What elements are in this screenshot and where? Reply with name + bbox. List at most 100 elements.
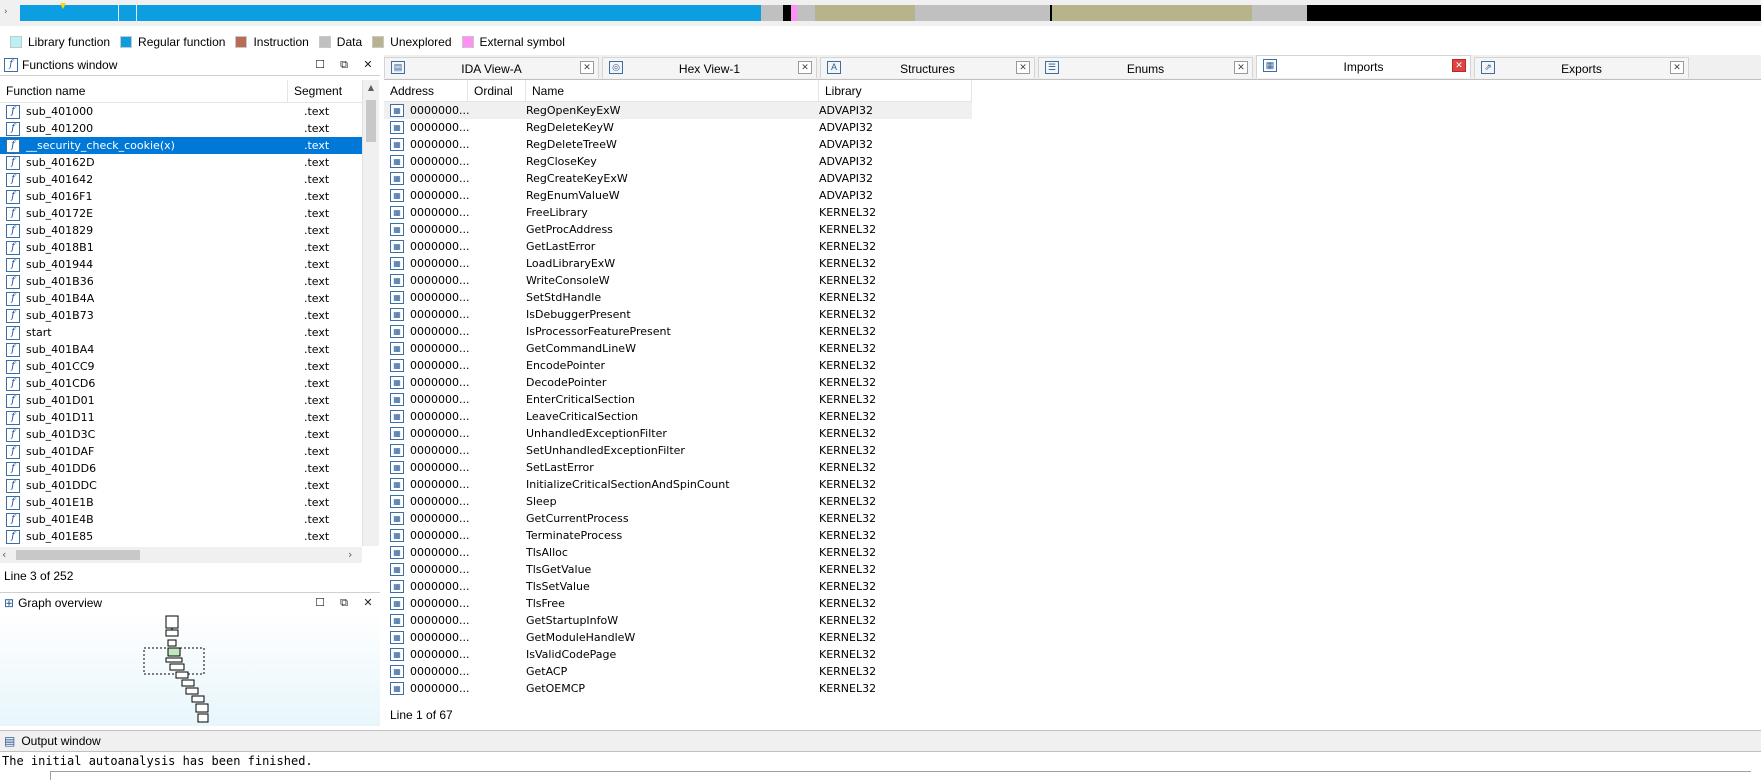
tab-imports[interactable]: ▦ Imports ✕ [1256,55,1471,78]
maximize-icon[interactable]: ☐ [312,595,328,611]
tab-hex-view-1[interactable]: ◎ Hex View-1 ✕ [602,57,817,78]
import-row[interactable]: ▦ 0000000... RegDeleteKeyW ADVAPI32 [384,119,972,136]
tab-structures[interactable]: A Structures ✕ [820,57,1035,78]
import-row[interactable]: ▦ 0000000... IsProcessorFeaturePresent KERN… [384,323,972,340]
import-row[interactable]: ▦ 0000000... SetLastError KERNEL32 [384,459,972,476]
import-row[interactable]: ▦ 0000000... EnterCriticalSection KERNEL32 [384,391,972,408]
float-icon[interactable]: ⧉ [336,57,352,73]
function-row[interactable]: f sub_401944 .text [0,256,362,273]
import-row[interactable]: ▦ 0000000... GetACP KERNEL32 [384,663,972,680]
import-row[interactable]: ▦ 0000000... RegOpenKeyExW ADVAPI32 [384,102,972,119]
column-header-library[interactable]: Library [819,80,972,102]
column-header-ordinal[interactable]: Ordinal [468,80,526,102]
import-row[interactable]: ▦ 0000000... GetCurrentProcess KERNEL32 [384,510,972,527]
function-row[interactable]: f sub_401B36 .text [0,273,362,290]
import-row[interactable]: ▦ 0000000... GetCommandLineW KERNEL32 [384,340,972,357]
function-row[interactable]: f sub_401D11 .text [0,409,362,426]
import-row[interactable]: ▦ 0000000... SetStdHandle KERNEL32 [384,289,972,306]
column-header-segment[interactable]: Segment [288,84,342,98]
import-row[interactable]: ▦ 0000000... WriteConsoleW KERNEL32 [384,272,972,289]
function-row[interactable]: f sub_401DAF .text [0,443,362,460]
tab-enums[interactable]: ☰ Enums ✕ [1038,57,1253,78]
function-row[interactable]: f sub_401D3C .text [0,426,362,443]
tab-close-icon[interactable]: ✕ [1670,61,1684,74]
import-row[interactable]: ▦ 0000000... FreeLibrary KERNEL32 [384,204,972,221]
function-row[interactable]: f sub_40162D .text [0,154,362,171]
import-row[interactable]: ▦ 0000000... SetUnhandledExceptionFilter KE… [384,442,972,459]
import-row[interactable]: ▦ 0000000... TlsFree KERNEL32 [384,595,972,612]
tab-close-icon[interactable]: ✕ [1452,59,1466,72]
import-row[interactable]: ▦ 0000000... Sleep KERNEL32 [384,493,972,510]
function-row[interactable]: f sub_401642 .text [0,171,362,188]
function-row[interactable]: f sub_4016F1 .text [0,188,362,205]
function-row[interactable]: f sub_401B73 .text [0,307,362,324]
import-row[interactable]: ▦ 0000000... RegDeleteTreeW ADVAPI32 [384,136,972,153]
import-row[interactable]: ▦ 0000000... LoadLibraryExW KERNEL32 [384,255,972,272]
functions-horizontal-scrollbar[interactable]: ‹ › [0,547,362,563]
import-row[interactable]: ▦ 0000000... RegCloseKey ADVAPI32 [384,153,972,170]
function-row[interactable]: f sub_401CC9 .text [0,358,362,375]
import-row[interactable]: ▦ 0000000... TerminateProcess KERNEL32 [384,527,972,544]
tab-close-icon[interactable]: ✕ [798,61,812,74]
import-row[interactable]: ▦ 0000000... TlsAlloc KERNEL32 [384,544,972,561]
scroll-right-icon[interactable]: › [348,547,352,563]
float-icon[interactable]: ⧉ [336,595,352,611]
tab-ida-view-a[interactable]: ▤ IDA View-A ✕ [384,57,599,78]
functions-window-titlebar[interactable]: f Functions window ☐ ⧉ ✕ [0,55,380,76]
import-row[interactable]: ▦ 0000000... GetStartupInfoW KERNEL32 [384,612,972,629]
column-header-function-name[interactable]: Function name [0,80,288,102]
nav-position-marker-icon[interactable] [60,3,66,9]
function-row[interactable]: f __security_check_cookie(x) .text [0,137,362,154]
import-row[interactable]: ▦ 0000000... GetProcAddress KERNEL32 [384,221,972,238]
import-row[interactable]: ▦ 0000000... IsValidCodePage KERNEL32 [384,646,972,663]
function-row[interactable]: f sub_401829 .text [0,222,362,239]
import-row[interactable]: ▦ 0000000... RegCreateKeyExW ADVAPI32 [384,170,972,187]
function-row[interactable]: f sub_401B4A .text [0,290,362,307]
maximize-icon[interactable]: ☐ [312,57,328,73]
graph-overview-titlebar[interactable]: ⊞ Graph overview ☐ ⧉ ✕ [0,592,380,613]
close-icon[interactable]: ✕ [360,595,376,611]
tab-exports[interactable]: ⇗ Exports ✕ [1474,57,1689,78]
close-icon[interactable]: ✕ [360,57,376,73]
import-row[interactable]: ▦ 0000000... TlsSetValue KERNEL32 [384,578,972,595]
import-row[interactable]: ▦ 0000000... LeaveCriticalSection KERNEL32 [384,408,972,425]
imports-view[interactable]: Address Ordinal Name Library ▦ 0000000...… [384,80,1761,704]
tab-close-icon[interactable]: ✕ [580,61,594,74]
navigation-strip[interactable] [20,5,1761,21]
function-row[interactable]: f sub_4018B1 .text [0,239,362,256]
scrollbar-thumb[interactable] [16,550,140,560]
function-row[interactable]: f sub_401200 .text [0,120,362,137]
function-row[interactable]: f sub_401DDC .text [0,477,362,494]
scroll-left-icon[interactable]: ‹ [2,547,6,563]
scroll-up-icon[interactable]: ▲ [363,80,379,96]
import-row[interactable]: ▦ 0000000... InitializeCriticalSectionAndS… [384,476,972,493]
import-row[interactable]: ▦ 0000000... GetOEMCP KERNEL32 [384,680,972,697]
function-row[interactable]: f start .text [0,324,362,341]
function-row[interactable]: f sub_401CD6 .text [0,375,362,392]
function-row[interactable]: f sub_401BA4 .text [0,341,362,358]
graph-overview-canvas[interactable] [0,612,380,726]
import-row[interactable]: ▦ 0000000... EncodePointer KERNEL32 [384,357,972,374]
functions-table[interactable]: Function name Segment f sub_401000 .text f s… [0,80,363,546]
import-row[interactable]: ▦ 0000000... UnhandledExceptionFilter KERNE… [384,425,972,442]
functions-vertical-scrollbar[interactable]: ▲ [362,80,379,546]
tab-close-icon[interactable]: ✕ [1234,61,1248,74]
function-row[interactable]: f sub_401E1B .text [0,494,362,511]
column-header-address[interactable]: Address [384,80,468,102]
function-row[interactable]: f sub_401D01 .text [0,392,362,409]
import-row[interactable]: ▦ 0000000... RegEnumValueW ADVAPI32 [384,187,972,204]
output-window-titlebar[interactable]: ▤ Output window [0,730,1761,752]
function-row[interactable]: f sub_401000 .text [0,103,362,120]
function-row[interactable]: f sub_401DD6 .text [0,460,362,477]
function-row[interactable]: f sub_40172E .text [0,205,362,222]
scrollbar-thumb[interactable] [366,100,376,142]
import-row[interactable]: ▦ 0000000... GetLastError KERNEL32 [384,238,972,255]
import-row[interactable]: ▦ 0000000... GetModuleHandleW KERNEL32 [384,629,972,646]
function-row[interactable]: f sub_401E4B .text [0,511,362,528]
import-row[interactable]: ▦ 0000000... TlsGetValue KERNEL32 [384,561,972,578]
import-row[interactable]: ▦ 0000000... IsDebuggerPresent KERNEL32 [384,306,972,323]
tab-close-icon[interactable]: ✕ [1016,61,1030,74]
import-row[interactable]: ▦ 0000000... DecodePointer KERNEL32 [384,374,972,391]
column-header-name[interactable]: Name [526,80,819,102]
function-row[interactable]: f sub_401E85 .text [0,528,362,545]
